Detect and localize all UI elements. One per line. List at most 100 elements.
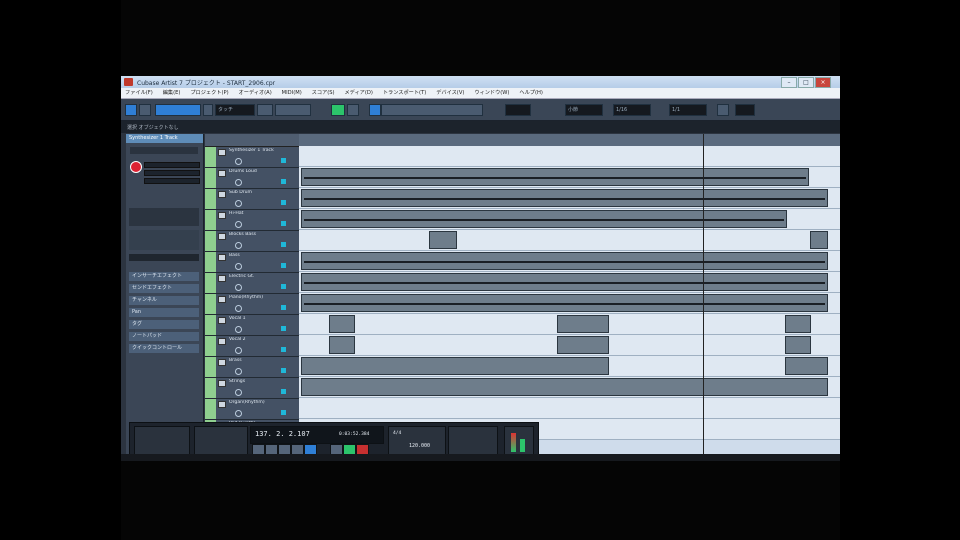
track-lane[interactable] xyxy=(299,293,840,314)
menu-edit[interactable]: 編集(E) xyxy=(159,88,185,96)
mute-button[interactable] xyxy=(218,338,226,345)
midi-part[interactable] xyxy=(329,336,355,354)
track-lane[interactable] xyxy=(299,272,840,293)
track-name[interactable]: Vocal 2 xyxy=(229,337,297,344)
mute-button[interactable] xyxy=(218,149,226,156)
window-layout-buttons[interactable] xyxy=(155,104,201,116)
record-arm-icon[interactable] xyxy=(235,158,242,165)
edit-instrument-button[interactable] xyxy=(281,368,286,373)
delay-slider[interactable] xyxy=(144,178,200,184)
audio-event[interactable] xyxy=(301,252,828,270)
menu-window[interactable]: ウィンドウ(W) xyxy=(470,88,513,96)
instrument-selector[interactable] xyxy=(129,208,199,226)
track-row[interactable]: Vocal 1 xyxy=(205,315,299,336)
record-arm-icon[interactable] xyxy=(235,326,242,333)
track-row[interactable]: Bass xyxy=(205,252,299,273)
track-lane[interactable] xyxy=(299,398,840,419)
track-lane[interactable] xyxy=(299,377,840,398)
midi-part[interactable] xyxy=(429,231,457,249)
track-row[interactable]: Electric Gt. xyxy=(205,273,299,294)
snap-icon[interactable] xyxy=(203,104,213,116)
track-name[interactable]: Electric Gt. xyxy=(229,274,297,281)
record-arm-icon[interactable] xyxy=(235,221,242,228)
track-lane[interactable] xyxy=(299,251,840,272)
midi-part[interactable] xyxy=(785,336,811,354)
midi-part[interactable] xyxy=(785,315,811,333)
track-row[interactable]: Sub Drum xyxy=(205,189,299,210)
midi-part[interactable] xyxy=(785,357,828,375)
grid-type-field[interactable]: 小節 xyxy=(565,104,603,116)
mute-button[interactable] xyxy=(218,170,226,177)
inspector-section-inserts[interactable]: インサーチエフェクト xyxy=(129,272,199,281)
inspector-toggle-button[interactable] xyxy=(125,104,137,116)
track-lane[interactable] xyxy=(299,314,840,335)
mute-button[interactable] xyxy=(218,317,226,324)
event-display[interactable] xyxy=(299,146,840,456)
transport-mini-buttons[interactable] xyxy=(275,104,311,116)
edit-instrument-button[interactable] xyxy=(281,284,286,289)
mute-button[interactable] xyxy=(218,212,226,219)
inspector-section-pan[interactable]: Pan xyxy=(129,308,199,317)
menu-project[interactable]: プロジェクト(P) xyxy=(186,88,232,96)
track-name[interactable]: Piano(Rhythm) xyxy=(229,295,297,302)
edit-instrument-button[interactable] xyxy=(281,242,286,247)
edit-instrument-button[interactable] xyxy=(281,221,286,226)
menu-score[interactable]: スコア(S) xyxy=(308,88,339,96)
track-name[interactable]: Vocal 1 xyxy=(229,316,297,323)
tempo-section[interactable]: 4/4 120.000 xyxy=(388,426,446,456)
track-name[interactable]: Drums Loud xyxy=(229,169,297,176)
record-arm-icon[interactable] xyxy=(235,200,242,207)
menu-transport[interactable]: トランスポート(T) xyxy=(379,88,430,96)
audio-event[interactable] xyxy=(301,210,787,228)
track-lane[interactable] xyxy=(299,146,840,167)
menu-midi[interactable]: MIDI(M) xyxy=(278,89,306,96)
marker-section[interactable] xyxy=(448,426,498,456)
menu-media[interactable]: メディア(D) xyxy=(340,88,376,96)
automation-mode-field[interactable]: タッチ xyxy=(215,104,255,116)
inspector-section-notepad[interactable]: ノートパッド xyxy=(129,332,199,341)
audio-event[interactable] xyxy=(301,168,809,186)
midi-part[interactable] xyxy=(301,357,609,375)
track-name[interactable]: Strings xyxy=(229,379,297,386)
inspector-section-tags[interactable]: タグ xyxy=(129,320,199,329)
mute-button[interactable] xyxy=(218,380,226,387)
constrain-delay-button[interactable] xyxy=(257,104,273,116)
record-arm-icon[interactable] xyxy=(235,410,242,417)
menu-file[interactable]: ファイル(F) xyxy=(121,88,157,96)
menu-audio[interactable]: オーディオ(A) xyxy=(235,88,276,96)
edit-instrument-button[interactable] xyxy=(281,389,286,394)
edit-instrument-button[interactable] xyxy=(281,410,286,415)
pan-slider[interactable] xyxy=(144,170,200,176)
project-cursor[interactable] xyxy=(703,134,704,456)
record-mini-button[interactable] xyxy=(347,104,359,116)
pointer-tool-icon[interactable] xyxy=(369,104,381,116)
audio-event[interactable] xyxy=(301,294,828,312)
midi-part[interactable] xyxy=(557,315,609,333)
record-arm-icon[interactable] xyxy=(235,284,242,291)
tool-buttons[interactable] xyxy=(381,104,483,116)
snap-type-field[interactable] xyxy=(505,104,531,116)
program-field[interactable] xyxy=(129,254,199,261)
mute-button[interactable] xyxy=(218,275,226,282)
menu-devices[interactable]: デバイス(V) xyxy=(432,88,468,96)
inspector-section-sends[interactable]: センドエフェクト xyxy=(129,284,199,293)
track-row[interactable]: Brass xyxy=(205,357,299,378)
track-row[interactable]: Strings xyxy=(205,378,299,399)
track-lane[interactable] xyxy=(299,167,840,188)
audio-event[interactable] xyxy=(301,189,828,207)
track-row[interactable]: Vocal 2 xyxy=(205,336,299,357)
midi-part[interactable] xyxy=(557,336,609,354)
menu-help[interactable]: ヘルプ(H) xyxy=(515,88,547,96)
volume-slider[interactable] xyxy=(144,162,200,168)
track-name[interactable]: Sub Drum xyxy=(229,190,297,197)
track-name[interactable]: Bass xyxy=(229,253,297,260)
record-arm-icon[interactable] xyxy=(235,368,242,375)
track-lane[interactable] xyxy=(299,356,840,377)
track-name[interactable]: Synthesizer 1 Track xyxy=(229,148,297,155)
punch-cycle-section[interactable] xyxy=(194,426,248,456)
inspector-track-name[interactable]: Synthesizer 1 Track xyxy=(126,134,203,143)
close-button[interactable]: × xyxy=(815,77,831,88)
track-row[interactable]: Blocks Bass xyxy=(205,231,299,252)
maximize-button[interactable]: □ xyxy=(798,77,814,88)
record-arm-icon[interactable] xyxy=(235,242,242,249)
